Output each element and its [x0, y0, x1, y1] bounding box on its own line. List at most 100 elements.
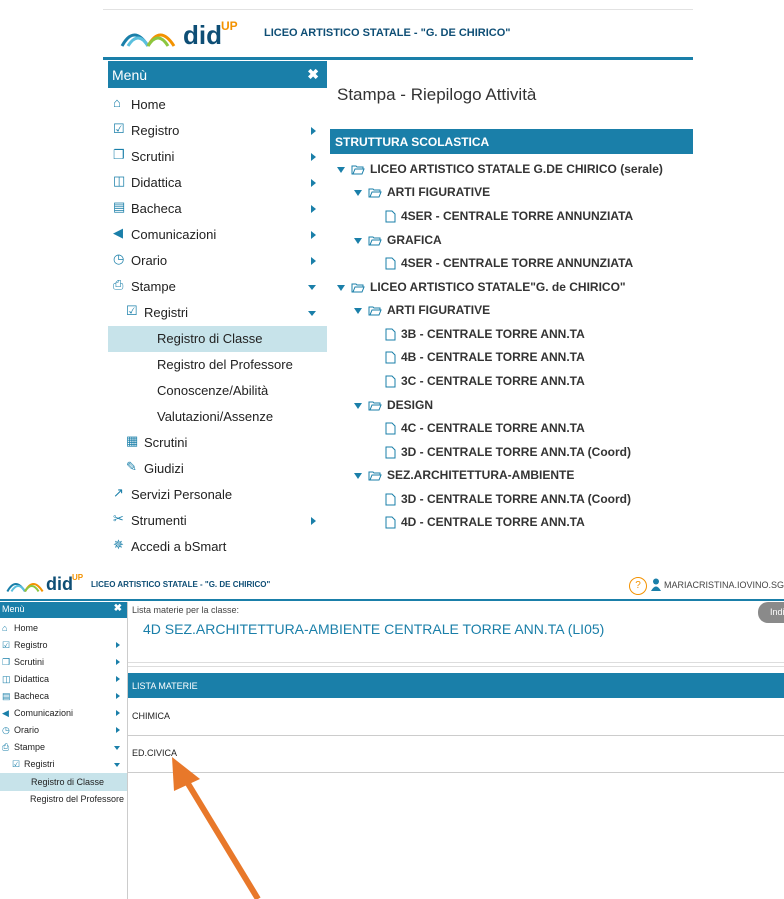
annotation-arrow	[172, 757, 261, 899]
menu-item-servizi-personale[interactable]: ↗ Servizi Personale	[108, 482, 327, 508]
close-icon[interactable]: ✖	[307, 66, 319, 83]
external-link-icon: ↗	[113, 485, 124, 500]
menu-item-conoscenze-abilita[interactable]: Conoscenze/Abilità	[108, 378, 327, 404]
menu-item-registro-di-classe[interactable]: Registro di Classe	[108, 326, 327, 352]
menu-item-bsmart[interactable]: ✵ Accedi a bSmart	[108, 534, 327, 560]
chevron-right-icon	[311, 231, 316, 239]
menu-item-registro-del-professore[interactable]: Registro del Professore	[0, 791, 127, 808]
clock-icon: ◷	[2, 725, 10, 735]
menu-item-scrutini[interactable]: ❐ Scrutini	[108, 144, 327, 170]
divider	[128, 662, 784, 663]
clock-icon: ◷	[113, 251, 125, 266]
tree-node-indirizzo[interactable]: ARTI FIGURATIVE	[354, 185, 490, 203]
tree-node-class[interactable]: 4D - CENTRALE TORRE ANN.TA	[385, 515, 585, 533]
menu-item-comunicazioni[interactable]: ◀ Comunicazioni	[0, 705, 127, 722]
menu-item-registro[interactable]: ☑ Registro	[0, 637, 127, 654]
menu-item-giudizi[interactable]: ✎ Giudizi	[108, 456, 327, 482]
table-icon: ▦	[126, 433, 139, 448]
tree-node-class[interactable]: 4SER - CENTRALE TORRE ANNUNZIATA	[385, 256, 633, 274]
tree-node-class[interactable]: 3C - CENTRALE TORRE ANN.TA	[385, 374, 585, 392]
menu-item-valutazioni-assenze[interactable]: Valutazioni/Assenze	[108, 404, 327, 430]
menu-item-orario[interactable]: ◷ Orario	[108, 248, 327, 274]
menu-item-stampe[interactable]: ⎙ Stampe	[0, 739, 127, 756]
top-screenshot: did UP LICEO ARTISTICO STATALE - "G. DE …	[0, 0, 784, 566]
expand-icon	[354, 402, 362, 409]
chevron-down-icon	[114, 746, 120, 750]
printer-icon: ⎙	[2, 742, 10, 752]
tree-node-school[interactable]: LICEO ARTISTICO STATALE G.DE CHIRICO (se…	[337, 162, 663, 180]
chevron-right-icon	[116, 659, 120, 665]
menu-item-stampe[interactable]: ⎙ Stampe	[108, 274, 327, 300]
file-icon	[385, 351, 396, 364]
chevron-right-icon	[311, 517, 316, 525]
tree-node-class[interactable]: 4SER - CENTRALE TORRE ANNUNZIATA	[385, 209, 633, 227]
file-icon	[385, 446, 396, 459]
subject-row[interactable]: CHIMICA	[128, 699, 784, 736]
didup-logo: did	[46, 574, 73, 594]
menu-header: Menù ✖	[0, 602, 127, 618]
expand-icon	[354, 189, 362, 196]
tree-node-indirizzo[interactable]: GRAFICA	[354, 233, 442, 251]
tree-node-indirizzo[interactable]: SEZ.ARCHITETTURA-AMBIENTE	[354, 468, 574, 486]
megaphone-icon: ◀	[2, 708, 9, 718]
back-button[interactable]: Indietro	[758, 602, 784, 623]
chevron-right-icon	[116, 676, 120, 682]
chevron-right-icon	[116, 727, 120, 733]
document-icon: ❐	[2, 657, 11, 667]
close-icon[interactable]: ✖	[114, 603, 122, 614]
menu-item-registri[interactable]: ☑ Registri	[0, 756, 127, 773]
menu-item-scrutini-stampe[interactable]: ▦ Scrutini	[108, 430, 327, 456]
menu-item-home[interactable]: ⌂ Home	[108, 92, 327, 118]
class-name: 4D SEZ.ARCHITETTURA-AMBIENTE CENTRALE TO…	[143, 621, 605, 637]
menu-item-registri[interactable]: ☑ Registri	[108, 300, 327, 326]
school-name: LICEO ARTISTICO STATALE - "G. DE CHIRICO…	[264, 27, 511, 39]
edit-icon: ✎	[126, 459, 137, 474]
menu-item-home[interactable]: ⌂ Home	[0, 620, 127, 637]
chevron-right-icon	[311, 179, 316, 187]
document-icon: ❐	[113, 147, 125, 162]
file-icon	[385, 210, 396, 223]
tree-node-class[interactable]: 4B - CENTRALE TORRE ANN.TA	[385, 350, 585, 368]
menu-item-registro[interactable]: ☑ Registro	[108, 118, 327, 144]
menu-item-bacheca[interactable]: ▤ Bacheca	[0, 688, 127, 705]
header-line	[0, 599, 784, 601]
menu-item-registro-di-classe[interactable]: Registro di Classe	[0, 773, 127, 791]
user-name[interactable]: MARIACRISTINA.IOVINO.SG19777	[664, 580, 784, 590]
folder-open-icon	[351, 283, 365, 293]
help-icon[interactable]: ?	[629, 577, 647, 595]
tree-node-class[interactable]: 4C - CENTRALE TORRE ANN.TA	[385, 421, 585, 439]
menu-item-bacheca[interactable]: ▤ Bacheca	[108, 196, 327, 222]
didup-logo-up: UP	[72, 573, 84, 582]
file-icon	[385, 375, 396, 388]
newspaper-icon: ▤	[2, 691, 11, 701]
tools-icon: ✂	[113, 511, 124, 526]
didup-logo-up: UP	[221, 19, 238, 33]
tree-node-class[interactable]: 3B - CENTRALE TORRE ANN.TA	[385, 327, 585, 345]
tree-node-indirizzo[interactable]: ARTI FIGURATIVE	[354, 303, 490, 321]
menu-item-scrutini[interactable]: ❐ Scrutini	[0, 654, 127, 671]
menu-item-strumenti[interactable]: ✂ Strumenti	[108, 508, 327, 534]
expand-icon	[354, 237, 362, 244]
menu-item-didattica[interactable]: ◫ Didattica	[0, 671, 127, 688]
book-icon: ◫	[113, 173, 126, 188]
menu-item-comunicazioni[interactable]: ◀ Comunicazioni	[108, 222, 327, 248]
tree-node-school[interactable]: LICEO ARTISTICO STATALE"G. de CHIRICO"	[337, 280, 626, 298]
home-icon: ⌂	[2, 623, 8, 633]
menu-item-registro-del-professore[interactable]: Registro del Professore	[108, 352, 327, 378]
menu-item-orario[interactable]: ◷ Orario	[0, 722, 127, 739]
star-icon: ✵	[113, 537, 124, 552]
chevron-right-icon	[311, 205, 316, 213]
didup-logo-icon	[120, 33, 176, 47]
chevron-right-icon	[116, 642, 120, 648]
menu-item-didattica[interactable]: ◫ Didattica	[108, 170, 327, 196]
chevron-right-icon	[116, 693, 120, 699]
subject-list-caption: Lista materie per la classe:	[132, 605, 240, 615]
folder-open-icon	[368, 306, 382, 316]
tree-node-class[interactable]: 3D - CENTRALE TORRE ANN.TA (Coord)	[385, 492, 631, 510]
didup-logo: did	[183, 20, 222, 50]
newspaper-icon: ▤	[113, 199, 126, 214]
tree-node-class[interactable]: 3D - CENTRALE TORRE ANN.TA (Coord)	[385, 445, 631, 463]
file-icon	[385, 422, 396, 435]
header-line	[103, 57, 693, 60]
tree-node-indirizzo[interactable]: DESIGN	[354, 398, 433, 416]
